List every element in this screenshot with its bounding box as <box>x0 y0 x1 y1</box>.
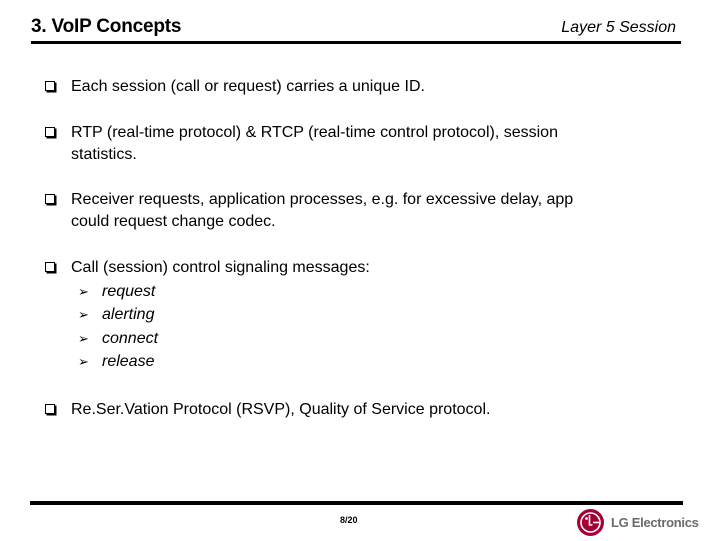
sub-bullet-text: alerting <box>102 306 155 323</box>
sub-bullet-item: ➢ release <box>78 350 154 373</box>
bullet-text: could request change codec. <box>71 213 276 230</box>
sub-bullet-item: ➢ request <box>78 280 155 303</box>
arrow-bullet-icon: ➢ <box>78 284 89 299</box>
arrow-bullet-icon: ➢ <box>78 307 89 322</box>
bullet-text: statistics. <box>71 146 137 163</box>
bullet-item: Re.Ser.Vation Protocol (RSVP), Quality o… <box>45 399 651 421</box>
arrow-bullet-icon: ➢ <box>78 331 89 346</box>
lg-face-icon <box>577 509 604 536</box>
sub-bullet-item: ➢ connect <box>78 327 158 350</box>
bullet-item: Each session (call or request) carries a… <box>45 76 651 98</box>
slide-subtitle: Layer 5 Session <box>561 19 676 36</box>
bullet-text: Re.Ser.Vation Protocol (RSVP), Quality o… <box>71 401 491 418</box>
bullet-item: Call (session) control signaling message… <box>45 257 651 279</box>
page-number: 8/20 <box>340 515 358 525</box>
sub-bullet-item: ➢ alerting <box>78 303 154 326</box>
bullet-text: Call (session) control signaling message… <box>71 259 370 276</box>
bullet-text: Each session (call or request) carries a… <box>71 78 425 95</box>
sub-bullet-text: connect <box>102 330 159 347</box>
sub-bullet-text: request <box>102 283 156 300</box>
checkbox-bullet-icon <box>45 404 55 414</box>
bullet-text: Receiver requests, application processes… <box>71 191 574 208</box>
header-divider <box>31 41 681 44</box>
bullet-item: RTP (real-time protocol) & RTCP (real-ti… <box>45 122 651 166</box>
bullet-text: RTP (real-time protocol) & RTCP (real-ti… <box>71 124 558 141</box>
checkbox-bullet-icon <box>45 81 55 91</box>
checkbox-bullet-icon <box>45 127 55 137</box>
brand-name: LG Electronics <box>611 515 699 530</box>
footer-divider <box>30 501 683 505</box>
brand-logo: LG Electronics <box>577 509 699 536</box>
slide-title: 3. VoIP Concepts <box>31 16 182 37</box>
sub-bullet-text: release <box>102 353 155 370</box>
checkbox-bullet-icon <box>45 194 55 204</box>
arrow-bullet-icon: ➢ <box>78 354 89 369</box>
checkbox-bullet-icon <box>45 262 55 272</box>
bullet-item: Receiver requests, application processes… <box>45 189 651 233</box>
